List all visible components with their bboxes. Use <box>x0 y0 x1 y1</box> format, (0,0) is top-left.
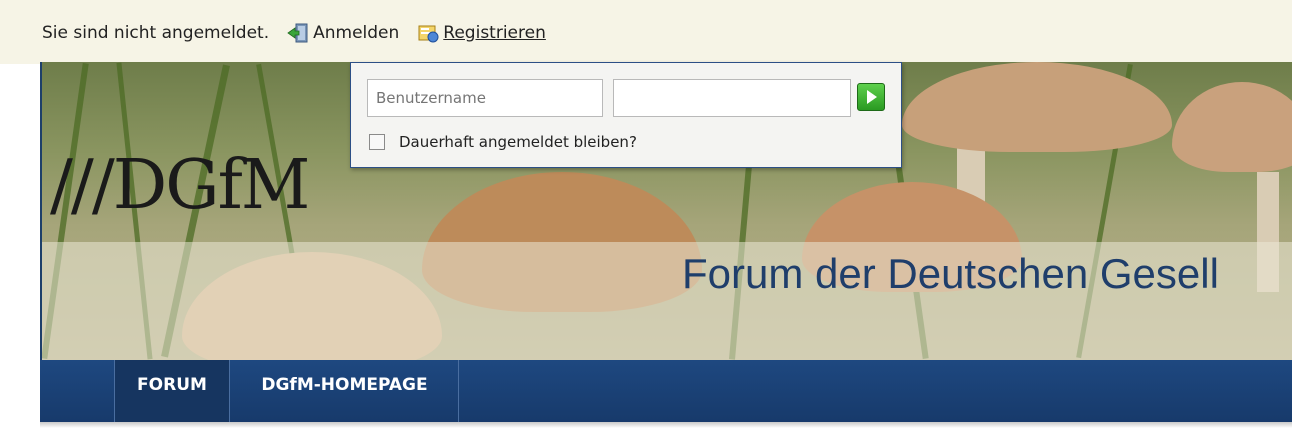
play-arrow-icon <box>867 90 877 104</box>
username-input[interactable] <box>367 79 603 117</box>
dgfm-logo[interactable]: ///DGfM <box>50 146 310 225</box>
nav-item-forum[interactable]: FORUM <box>114 360 230 422</box>
remember-me-row[interactable]: Dauerhaft angemeldet bleiben? <box>369 133 637 151</box>
main-navigation: FORUM DGfM-HOMEPAGE <box>40 360 1292 422</box>
password-input[interactable] <box>613 79 851 117</box>
login-dropdown: Dauerhaft angemeldet bleiben? <box>350 62 902 168</box>
nav-item-dgfm-homepage[interactable]: DGfM-HOMEPAGE <box>231 360 459 422</box>
site-title: Forum der Deutschen Gesell <box>682 250 1219 297</box>
login-submit-button[interactable] <box>857 83 885 111</box>
remember-me-label: Dauerhaft angemeldet bleiben? <box>399 133 637 151</box>
login-link[interactable]: Anmelden <box>313 23 399 43</box>
nav-shadow <box>40 422 1292 428</box>
register-link[interactable]: Registrieren <box>443 23 546 43</box>
register-icon[interactable] <box>417 22 439 44</box>
remember-me-checkbox[interactable] <box>369 134 385 150</box>
not-logged-in-text: Sie sind nicht angemeldet. <box>42 23 270 43</box>
mushroom-cap <box>1172 82 1292 172</box>
login-icon[interactable] <box>287 22 309 44</box>
user-status-bar: Sie sind nicht angemeldet. Anmelden Regi… <box>0 0 1292 64</box>
mushroom-cap <box>902 62 1172 152</box>
user-status: Sie sind nicht angemeldet. Anmelden Regi… <box>42 22 546 44</box>
